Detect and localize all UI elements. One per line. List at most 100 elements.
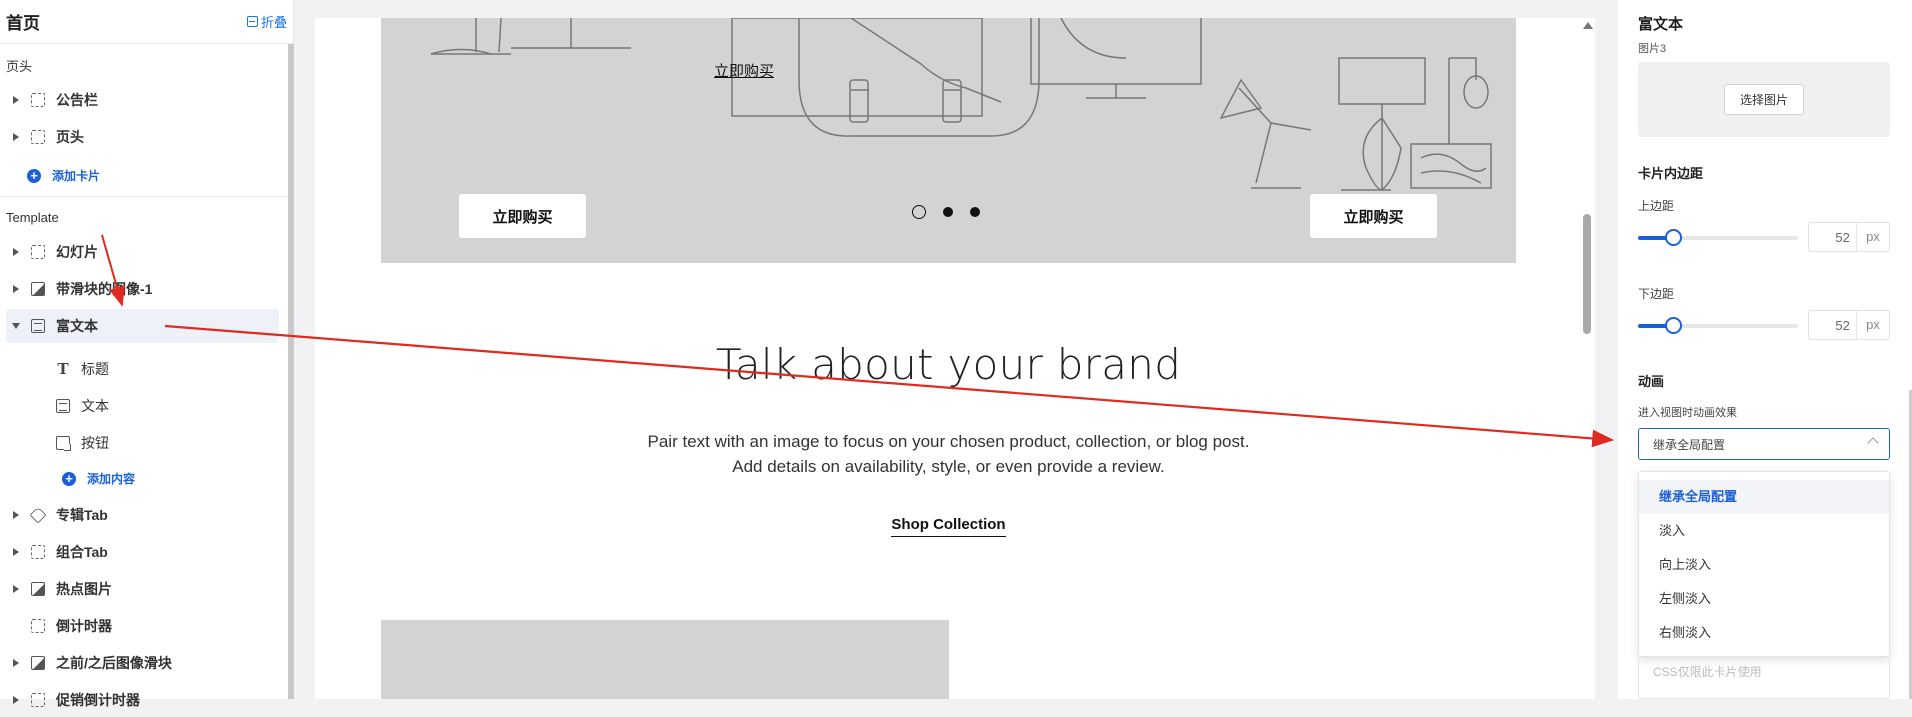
shop-collection-wrap: Shop Collection — [381, 516, 1516, 537]
scroll-up-icon[interactable] — [1583, 22, 1593, 29]
tree-item-label: 页头 — [56, 129, 84, 145]
bottom-padding-value[interactable]: 52 — [1809, 318, 1856, 333]
section-frame-icon — [31, 130, 45, 144]
bottom-padding-input[interactable]: 52 px — [1808, 310, 1890, 340]
caret-right-icon[interactable] — [11, 695, 21, 705]
caret-right-icon[interactable] — [11, 95, 21, 105]
dropdown-option-fade-up[interactable]: 向上淡入 — [1639, 548, 1889, 582]
left-header: 首页 折叠 — [0, 0, 293, 44]
shop-collection-link[interactable]: Shop Collection — [891, 516, 1006, 537]
left-scrollbar[interactable] — [288, 44, 294, 699]
add-content-label: 添加内容 — [87, 472, 136, 486]
tree-item-before-after[interactable]: 之前/之后图像滑块 — [0, 646, 280, 680]
bottom-padding-label: 下边距 — [1638, 287, 1675, 301]
add-content-button[interactable]: + 添加内容 — [62, 470, 135, 487]
tree-item-label: 热点图片 — [56, 581, 112, 597]
canvas-scrollbar[interactable] — [1580, 18, 1595, 699]
top-padding-slider[interactable] — [1638, 229, 1798, 246]
caret-spacer — [11, 621, 21, 631]
collapse-button[interactable]: 折叠 — [246, 12, 287, 31]
image-placeholder — [381, 620, 949, 699]
tree-item-label: 带滑块的图像-1 — [56, 281, 153, 297]
animation-dropdown-menu: 继承全局配置 淡入 向上淡入 左侧淡入 右侧淡入 — [1638, 471, 1890, 657]
caret-right-icon[interactable] — [11, 132, 21, 142]
tree-item-slideshow[interactable]: 幻灯片 — [0, 235, 280, 269]
add-card-label: 添加卡片 — [52, 169, 101, 183]
image-field-label: 图片3 — [1638, 43, 1667, 55]
caret-right-icon[interactable] — [11, 547, 21, 557]
tree-item-label: 促销倒计时器 — [56, 692, 140, 708]
button-cursor-icon — [56, 436, 71, 451]
animation-label: 进入视图时动画效果 — [1638, 407, 1737, 419]
hero-buy-button-right[interactable]: 立即购买 — [1310, 194, 1437, 238]
page-title: 首页 — [6, 14, 40, 33]
slider-handle[interactable] — [1665, 229, 1683, 246]
dropdown-option-fade[interactable]: 淡入 — [1639, 514, 1889, 548]
tree-item-label: 专辑Tab — [56, 507, 108, 523]
rich-text-paragraph-1: Pair text with an image to focus on your… — [647, 432, 1250, 451]
slide-dot[interactable] — [943, 207, 953, 217]
hero-buy-button-left[interactable]: 立即购买 — [459, 194, 586, 238]
slider-handle[interactable] — [1665, 317, 1683, 334]
hero-slideshow: 立即购买 立即购买 立即购买 — [381, 18, 1516, 263]
collapse-icon — [246, 16, 258, 27]
dropdown-option-inherit[interactable]: 继承全局配置 — [1639, 480, 1889, 514]
tree-item-hotspot[interactable]: 热点图片 — [0, 572, 280, 606]
plus-circle-icon: + — [27, 168, 41, 183]
tree-item-combo-tab[interactable]: 组合Tab — [0, 535, 280, 569]
tree-item-label: 倒计时器 — [56, 618, 112, 634]
slide-dot-active[interactable] — [912, 205, 926, 219]
block-heading[interactable]: T 标题 — [56, 359, 109, 379]
caret-right-icon[interactable] — [11, 247, 21, 257]
block-label: 标题 — [81, 361, 109, 377]
tree-item-image-slider[interactable]: 带滑块的图像-1 — [0, 272, 280, 306]
section-frame-icon — [31, 93, 45, 107]
divider — [0, 196, 288, 197]
tree-item-announcement[interactable]: 公告栏 — [0, 83, 280, 117]
tree-item-album-tab[interactable]: 专辑Tab — [0, 498, 280, 532]
top-padding-value[interactable]: 52 — [1809, 230, 1856, 245]
dropdown-option-fade-left[interactable]: 左侧淡入 — [1639, 582, 1889, 616]
text-T-icon: T — [57, 360, 69, 378]
tree-item-header[interactable]: 页头 — [0, 120, 280, 154]
choose-image-button[interactable]: 选择图片 — [1724, 84, 1804, 115]
section-frame-icon — [31, 619, 45, 633]
unit-label: px — [1855, 223, 1889, 251]
section-frame-icon — [31, 245, 45, 259]
block-text[interactable]: 文本 — [56, 396, 109, 416]
caret-right-icon[interactable] — [11, 284, 21, 294]
chevron-up-icon — [1867, 437, 1879, 449]
left-panel: 首页 折叠 页头 公告栏 页头 + 添加卡片 Template 幻灯片 带滑块的图… — [0, 0, 294, 708]
image-picker: 选择图片 — [1638, 62, 1890, 137]
document-icon — [31, 319, 45, 333]
left-scrollbar-thumb[interactable] — [288, 44, 294, 699]
caret-right-icon[interactable] — [11, 584, 21, 594]
section-header-label: 页头 — [6, 59, 33, 74]
section-frame-icon — [31, 693, 45, 707]
bottom-padding-slider[interactable] — [1638, 317, 1798, 334]
slide-dot[interactable] — [970, 207, 980, 217]
image-icon — [31, 656, 45, 670]
block-label: 文本 — [81, 398, 109, 414]
section-frame-icon — [31, 545, 45, 559]
tree-item-rich-text[interactable]: 富文本 — [6, 309, 279, 343]
block-button[interactable]: 按钮 — [56, 433, 109, 453]
caret-right-icon[interactable] — [11, 658, 21, 668]
hero-buy-link[interactable]: 立即购买 — [714, 60, 774, 81]
settings-panel: 富文本 图片3 选择图片 卡片内边距 上边距 52 px 下边距 52 px 动画 … — [1618, 0, 1912, 699]
caret-right-icon[interactable] — [11, 510, 21, 520]
tree-item-countdown[interactable]: 倒计时器 — [0, 609, 280, 643]
caret-down-icon[interactable] — [11, 321, 21, 331]
document-icon — [56, 399, 70, 413]
add-card-button[interactable]: + 添加卡片 — [27, 167, 100, 184]
tree-item-label: 公告栏 — [56, 92, 98, 108]
top-padding-input[interactable]: 52 px — [1808, 222, 1890, 252]
image-icon — [31, 582, 45, 596]
dropdown-option-fade-right[interactable]: 右侧淡入 — [1639, 616, 1889, 650]
tree-item-promo-countdown[interactable]: 促销倒计时器 — [0, 683, 280, 717]
rich-text-paragraph-2: Add details on availability, style, or e… — [732, 457, 1165, 476]
animation-select[interactable]: 继承全局配置 — [1638, 428, 1890, 460]
custom-css-textarea[interactable]: CSS仅限此卡片使用 — [1638, 656, 1890, 699]
tree-item-label: 之前/之后图像滑块 — [56, 655, 172, 671]
canvas-scrollbar-thumb[interactable] — [1583, 214, 1591, 334]
